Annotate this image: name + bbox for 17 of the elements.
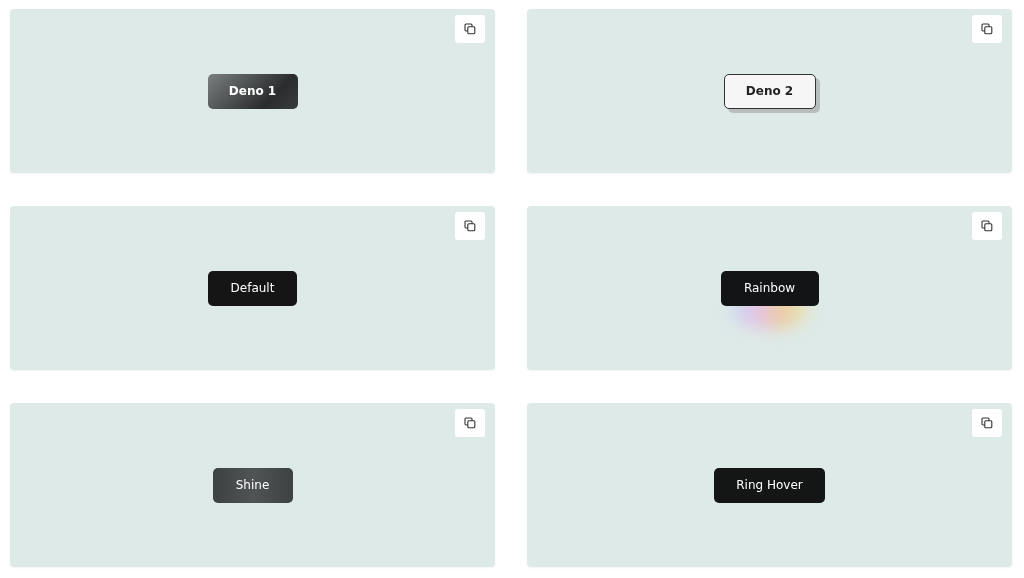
demo-button[interactable]: Deno 1 <box>207 73 298 109</box>
demo-button[interactable]: Ring Hover <box>714 467 825 503</box>
copy-button[interactable] <box>455 15 485 43</box>
copy-icon <box>981 220 993 232</box>
demo-button[interactable]: Shine <box>212 467 293 503</box>
copy-button[interactable] <box>972 212 1002 240</box>
demo-button[interactable]: Default <box>208 270 297 306</box>
copy-button[interactable] <box>455 212 485 240</box>
copy-icon <box>981 23 993 35</box>
copy-icon <box>464 23 476 35</box>
copy-icon <box>464 220 476 232</box>
copy-button[interactable] <box>972 409 1002 437</box>
copy-icon <box>464 417 476 429</box>
copy-icon <box>981 417 993 429</box>
demo-button[interactable]: Rainbow <box>720 270 819 306</box>
copy-button[interactable] <box>972 15 1002 43</box>
copy-button[interactable] <box>455 409 485 437</box>
